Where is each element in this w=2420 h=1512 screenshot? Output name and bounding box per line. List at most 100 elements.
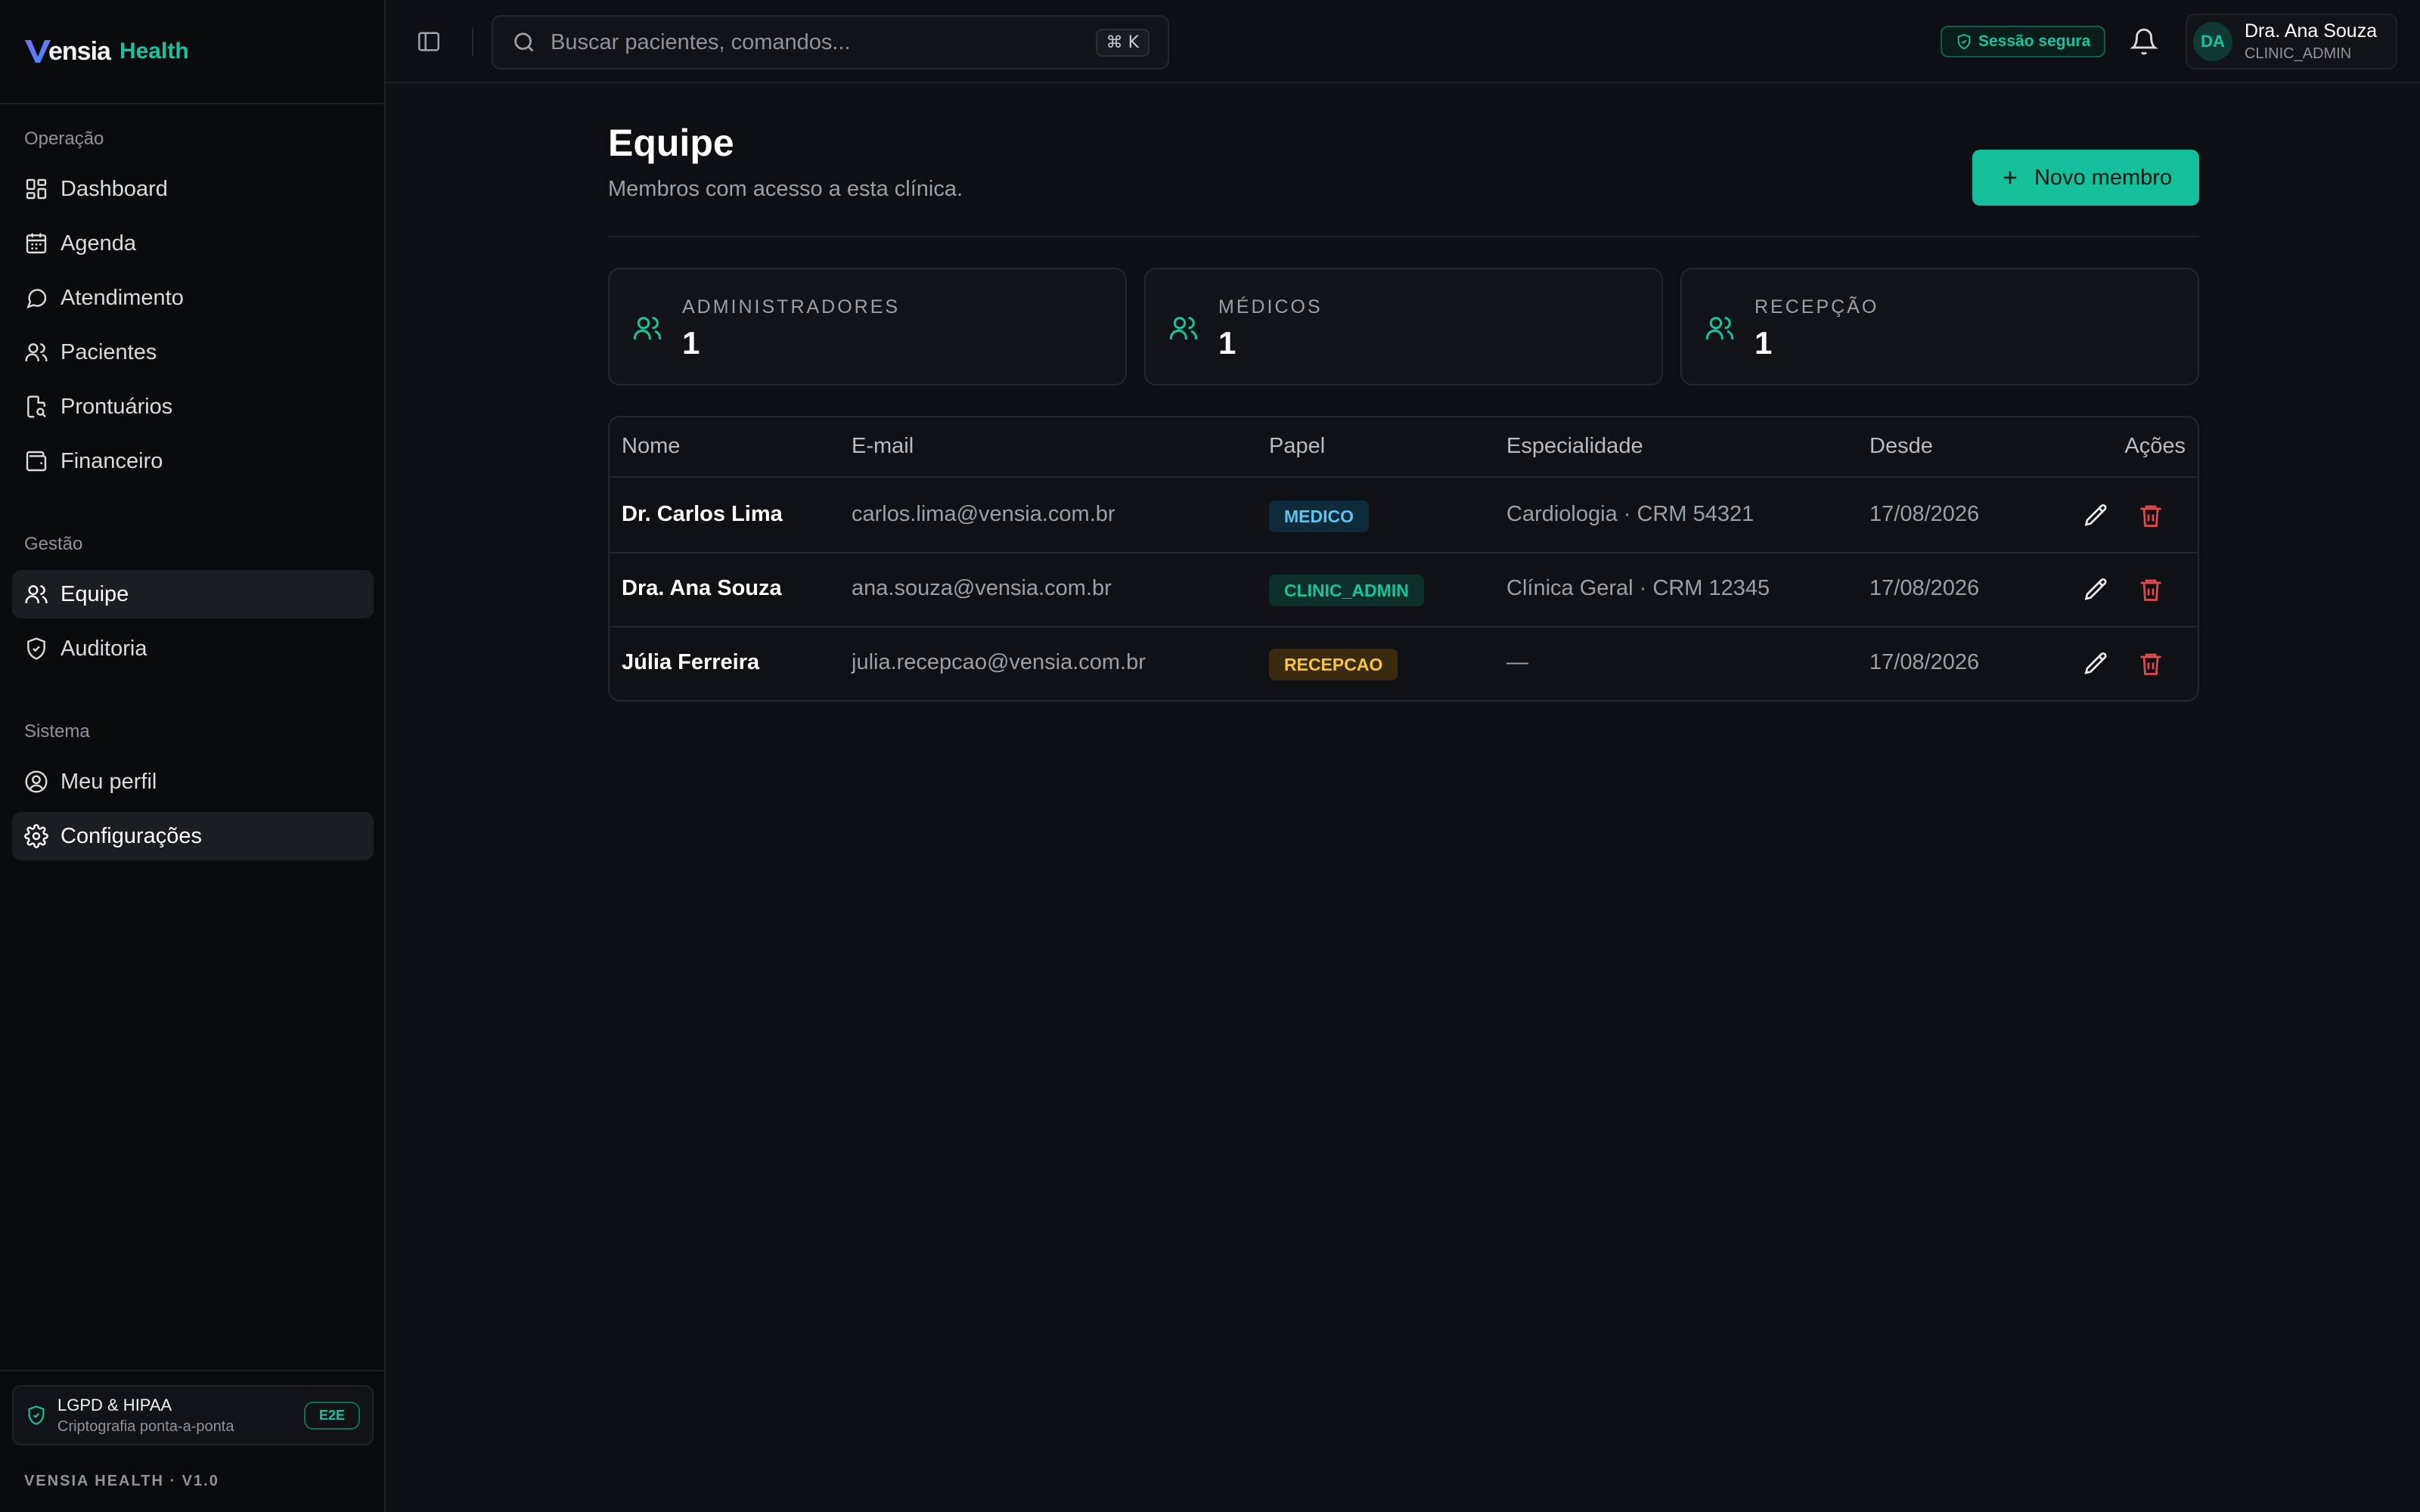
- topbar-separator: [472, 27, 473, 56]
- role-badge: MEDICO: [1269, 500, 1369, 532]
- sidebar-item-label: Agenda: [60, 231, 136, 256]
- e2e-badge: E2E: [303, 1401, 360, 1430]
- gear-icon: [24, 824, 48, 848]
- file-search-icon: [27, 395, 46, 418]
- role-badge: RECEPCAO: [1269, 649, 1398, 680]
- calendar-icon: [26, 233, 47, 254]
- sidebar-item-label: Dashboard: [60, 176, 168, 201]
- user-name: Dra. Ana Souza: [2245, 20, 2378, 42]
- brand-suffix: Health: [119, 39, 189, 64]
- sidebar-item-agenda[interactable]: Agenda: [12, 219, 374, 268]
- nav-section-sistema: Sistema: [24, 721, 90, 742]
- table-row[interactable]: Dra. Ana Souza ana.souza@vensia.com.br C…: [610, 553, 2198, 627]
- sidebar-toggle-icon[interactable]: [416, 29, 442, 54]
- sidebar-item-meu-perfil[interactable]: Meu perfil: [12, 758, 374, 806]
- sidebar-item-label: Financeiro: [60, 448, 163, 473]
- brand[interactable]: ensia Health: [0, 0, 384, 104]
- app-version: VENSIA HEALTH · V1.0: [24, 1473, 219, 1489]
- column-header-email[interactable]: E-mail: [852, 434, 914, 459]
- sidebar-item-atendimento[interactable]: Atendimento: [12, 274, 374, 322]
- stat-label: ADMINISTRADORES: [682, 296, 901, 318]
- header-divider: [608, 236, 2199, 237]
- brand-name: ensia: [48, 36, 111, 66]
- users-icon: [633, 317, 662, 339]
- sidebar-item-prontuarios[interactable]: Prontuários: [12, 383, 374, 431]
- avatar: DA: [2193, 22, 2232, 61]
- shield-check-icon: [28, 1405, 45, 1425]
- vensia-logo-icon: [25, 40, 51, 63]
- sidebar-item-label: Prontuários: [60, 394, 173, 419]
- brand-logo: ensia Health: [24, 37, 189, 67]
- stat-card-administradores: ADMINISTRADORES 1: [608, 268, 1127, 386]
- edit-icon[interactable]: [2083, 650, 2110, 677]
- compliance-subtitle: Criptografia ponta-a-ponta: [57, 1418, 234, 1435]
- trash-icon[interactable]: [2137, 576, 2164, 603]
- bell-icon[interactable]: [2130, 27, 2158, 56]
- sidebar-item-pacientes[interactable]: Pacientes: [12, 328, 374, 376]
- member-name: Dr. Carlos Lima: [622, 502, 783, 526]
- sidebar-item-label: Auditoria: [60, 636, 147, 661]
- edit-icon[interactable]: [2083, 576, 2110, 603]
- role-badge: CLINIC_ADMIN: [1269, 575, 1424, 606]
- stat-card-medicos: MÉDICOS 1: [1144, 268, 1663, 386]
- member-email: carlos.lima@vensia.com.br: [852, 502, 1115, 526]
- sidebar-item-label: Configurações: [60, 823, 202, 848]
- search-shortcut: ⌘ K: [1095, 28, 1150, 57]
- stat-value: 1: [682, 325, 700, 361]
- member-email: ana.souza@vensia.com.br: [852, 576, 1112, 600]
- sidebar: ensia Health Operação Dashboard Agenda A…: [0, 0, 386, 1512]
- users-icon: [25, 343, 48, 361]
- page-subtitle: Membros com acesso a esta clínica.: [608, 177, 963, 201]
- dashboard-icon: [26, 178, 47, 200]
- sidebar-item-equipe[interactable]: Equipe: [12, 570, 374, 618]
- sidebar-item-configuracoes[interactable]: Configurações: [12, 812, 374, 860]
- sidebar-divider: [0, 1370, 384, 1371]
- sidebar-item-auditoria[interactable]: Auditoria: [12, 624, 374, 673]
- new-member-label: Novo membro: [2034, 165, 2173, 190]
- member-email: julia.recepcao@vensia.com.br: [852, 650, 1146, 674]
- table-row[interactable]: Júlia Ferreira julia.recepcao@vensia.com…: [610, 627, 2198, 700]
- shield-icon: [27, 637, 45, 660]
- member-specialty: Cardiologia · CRM 54321: [1506, 502, 1754, 526]
- trash-icon[interactable]: [2137, 650, 2164, 677]
- sidebar-item-label: Equipe: [60, 581, 129, 606]
- search-input[interactable]: Buscar pacientes, comandos... ⌘ K: [492, 15, 1169, 70]
- column-header-acoes: Ações: [2124, 434, 2186, 458]
- column-header-nome[interactable]: Nome: [622, 434, 680, 459]
- edit-icon[interactable]: [2083, 502, 2110, 529]
- chat-icon: [26, 289, 47, 308]
- users-icon: [1169, 317, 1198, 339]
- column-header-desde[interactable]: Desde: [1869, 434, 1933, 459]
- sidebar-item-label: Atendimento: [60, 285, 184, 310]
- compliance-card: LGPD & HIPAA Criptografia ponta-a-ponta …: [12, 1385, 374, 1445]
- column-header-especialidade[interactable]: Especialidade: [1506, 434, 1643, 459]
- compliance-title: LGPD & HIPAA: [57, 1395, 172, 1414]
- user-circle-icon: [25, 770, 48, 793]
- search-icon: [514, 33, 534, 52]
- member-since: 17/08/2026: [1869, 576, 1980, 600]
- secure-session-badge: Sessão segura: [1941, 26, 2106, 57]
- nav-section-operacao: Operação: [24, 129, 104, 149]
- topbar: Buscar pacientes, comandos... ⌘ K Sessão…: [386, 0, 2420, 83]
- sidebar-item-label: Meu perfil: [60, 769, 157, 794]
- sidebar-item-label: Pacientes: [60, 339, 157, 364]
- nav-section-gestao: Gestão: [24, 534, 83, 554]
- user-menu[interactable]: DA Dra. Ana Souza CLINIC_ADMIN: [2186, 14, 2397, 70]
- member-name: Júlia Ferreira: [622, 650, 760, 674]
- users-icon: [25, 585, 48, 603]
- stat-value: 1: [1754, 325, 1773, 361]
- sidebar-item-financeiro[interactable]: Financeiro: [12, 437, 374, 485]
- column-header-papel[interactable]: Papel: [1269, 434, 1325, 459]
- member-name: Dra. Ana Souza: [622, 576, 782, 600]
- trash-icon[interactable]: [2137, 502, 2164, 529]
- wallet-icon: [26, 451, 47, 472]
- stat-label: MÉDICOS: [1218, 296, 1323, 318]
- plus-icon: [2003, 171, 2017, 184]
- users-icon: [1705, 317, 1734, 339]
- table-row[interactable]: Dr. Carlos Lima carlos.lima@vensia.com.b…: [610, 479, 2198, 553]
- member-since: 17/08/2026: [1869, 502, 1980, 526]
- member-specialty: Clínica Geral · CRM 12345: [1506, 576, 1770, 600]
- new-member-button[interactable]: Novo membro: [1972, 150, 2199, 206]
- sidebar-item-dashboard[interactable]: Dashboard: [12, 165, 374, 213]
- member-specialty: —: [1506, 650, 1528, 674]
